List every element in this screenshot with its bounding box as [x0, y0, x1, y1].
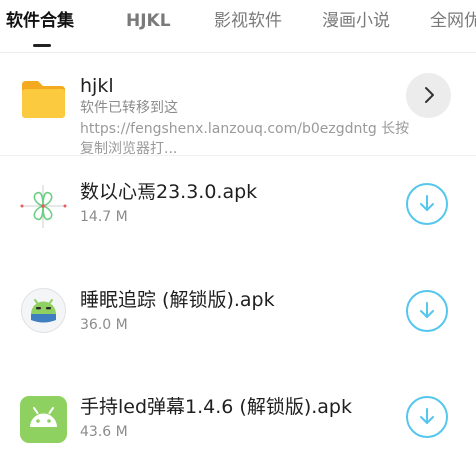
folder-subtitle: 软件已转移到这 — [80, 100, 178, 116]
app-size: 43.6 M — [80, 424, 128, 440]
app-size: 36.0 M — [80, 317, 128, 333]
folder-icon — [20, 75, 67, 122]
chevron-right-icon — [425, 87, 434, 103]
list-item[interactable]: 手持led弹幕1.4.6 (解锁版).apk 43.6 M — [0, 362, 476, 451]
tab-hjkl[interactable]: HJKL — [126, 8, 171, 34]
tab-network-best[interactable]: 全网优 — [430, 8, 476, 34]
download-button[interactable] — [406, 183, 448, 225]
download-icon — [420, 195, 434, 211]
tab-software-collection[interactable]: 软件合集 — [6, 8, 74, 34]
download-icon — [420, 302, 434, 318]
tab-bar: 软件合集 HJKL 影视软件 漫画小说 全网优 — [0, 0, 476, 53]
download-icon — [420, 408, 434, 424]
list-item[interactable]: 睡眠追踪 (解锁版).apk 36.0 M — [0, 256, 476, 362]
download-button[interactable] — [406, 396, 448, 438]
clover-app-icon — [20, 183, 67, 230]
download-button[interactable] — [406, 290, 448, 332]
app-name: 数以心焉23.3.0.apk — [80, 181, 258, 203]
tab-comics-novels[interactable]: 漫画小说 — [322, 8, 390, 34]
folder-title: hjkl — [80, 75, 114, 97]
tab-video-software[interactable]: 影视软件 — [214, 8, 282, 34]
active-tab-indicator — [33, 44, 51, 47]
folder-description: https://fengshenx.lanzouq.com/b0ezgdntg … — [80, 121, 410, 157]
app-name: 睡眠追踪 (解锁版).apk — [80, 289, 275, 311]
app-size: 14.7 M — [80, 209, 128, 225]
app-name: 手持led弹幕1.4.6 (解锁版).apk — [80, 396, 352, 418]
folder-row[interactable]: hjkl 软件已转移到这 https://fengshenx.lanzouq.c… — [0, 53, 476, 157]
list-item[interactable]: 数以心焉23.3.0.apk 14.7 M — [0, 156, 476, 256]
android-app-icon — [20, 396, 67, 443]
open-folder-button[interactable] — [406, 73, 451, 118]
android-sleep-app-icon — [20, 287, 67, 334]
